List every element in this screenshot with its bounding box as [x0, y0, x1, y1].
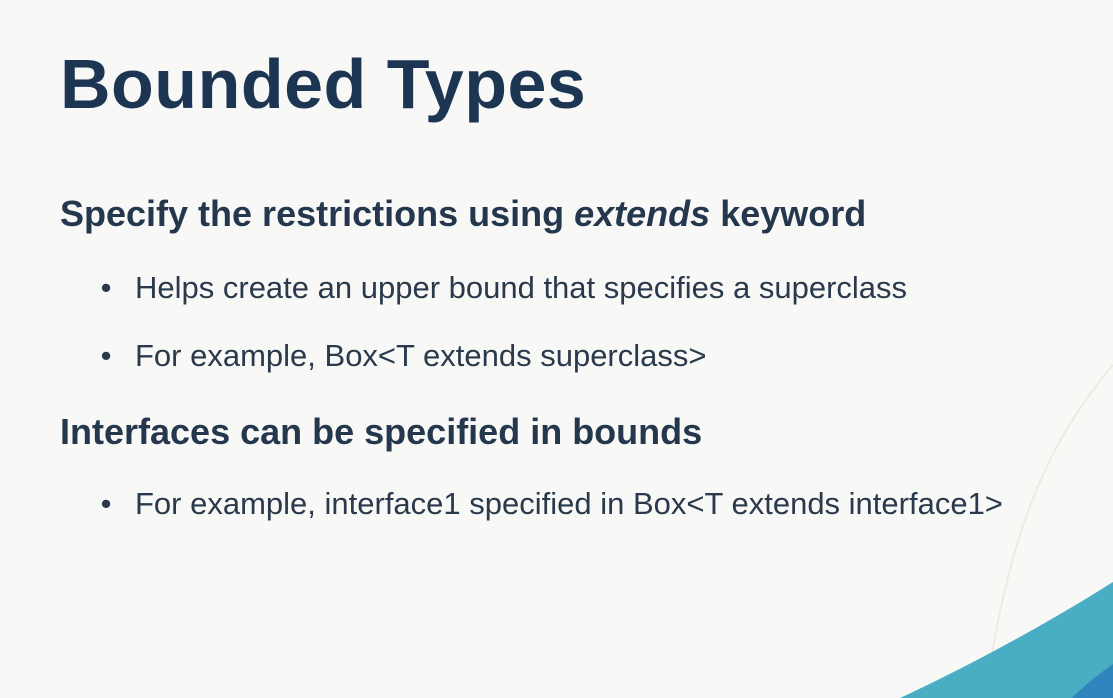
slide-title: Bounded Types [60, 45, 587, 123]
bullet-dot: • [100, 338, 112, 373]
heading-extends-restrictions: Specify the restrictions using extends k… [60, 192, 866, 235]
bullet-text: For example, Box<T extends superclass> [135, 338, 707, 373]
bullet-dot: • [100, 270, 112, 305]
bullet-dot: • [100, 486, 112, 521]
bullet-item: • For example, Box<T extends superclass> [96, 330, 1056, 382]
bullet-item: • Helps create an upper bound that speci… [96, 262, 1056, 314]
heading-text-after: keyword [710, 193, 867, 234]
bullet-text: Helps create an upper bound that specifi… [135, 270, 908, 305]
bullet-text: For example, interface1 specified in Box… [135, 486, 1003, 521]
bullet-item: • For example, interface1 specified in B… [96, 478, 1056, 530]
heading-text-before: Specify the restrictions using [60, 193, 575, 234]
heading-interfaces-bounds: Interfaces can be specified in bounds [60, 411, 703, 452]
slide: Bounded Types Specify the restrictions u… [0, 0, 1113, 698]
heading-keyword-extends: extends [574, 193, 711, 234]
